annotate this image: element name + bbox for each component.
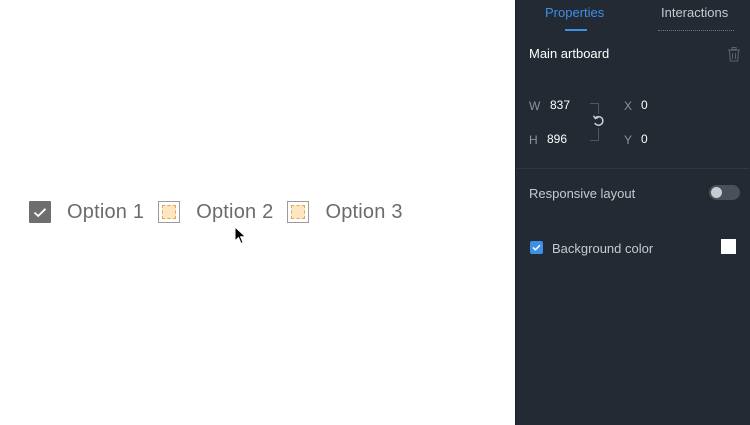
tab-underline-dotted [658,30,734,31]
background-color-checkbox[interactable] [530,241,543,254]
trash-icon[interactable] [727,47,741,62]
option-3[interactable]: Option 3 [287,201,402,224]
checkbox-unchecked[interactable] [158,201,181,223]
toggle-knob [711,187,722,198]
checkbox-selection-highlight [291,205,306,219]
x-input[interactable]: 0 [641,98,648,112]
rotate-icon[interactable] [592,114,606,128]
checkbox-selection-highlight [162,205,177,219]
y-label: Y [624,133,633,147]
width-label: W [529,99,541,113]
tab-interactions[interactable]: Interactions [661,5,728,25]
responsive-layout-toggle[interactable] [709,185,740,200]
checkmark-icon [33,207,47,217]
tab-properties[interactable]: Properties [545,5,604,25]
width-input[interactable]: 837 [550,98,570,112]
option-label: Option 3 [325,200,403,223]
y-input[interactable]: 0 [641,132,648,146]
option-2[interactable]: Option 2 [158,201,273,224]
option-1[interactable]: Option 1 [29,201,144,224]
height-input[interactable]: 896 [547,132,567,146]
section-divider [516,168,750,169]
option-label: Option 1 [67,200,145,223]
checkbox-checked[interactable] [29,201,51,223]
mouse-cursor-icon [234,226,247,245]
background-color-label: Background color [552,241,654,256]
checkbox-unchecked[interactable] [287,201,310,223]
panel-tabs: Properties Interactions [516,0,750,34]
design-canvas[interactable]: Option 1 Option 2 Option 3 [0,0,515,425]
height-label: H [529,133,538,147]
checkbox-group: Option 1 Option 2 Option 3 [29,199,417,225]
artboard-title: Main artboard [529,46,610,61]
option-label: Option 2 [196,200,274,223]
checkmark-icon [532,244,541,251]
background-color-swatch[interactable] [721,239,736,254]
properties-panel: Properties Interactions Main artboard W … [515,0,750,425]
active-tab-indicator [565,29,587,31]
app-root: Option 1 Option 2 Option 3 Properties In… [0,0,750,425]
responsive-layout-label: Responsive layout [529,186,636,201]
x-label: X [624,99,633,113]
